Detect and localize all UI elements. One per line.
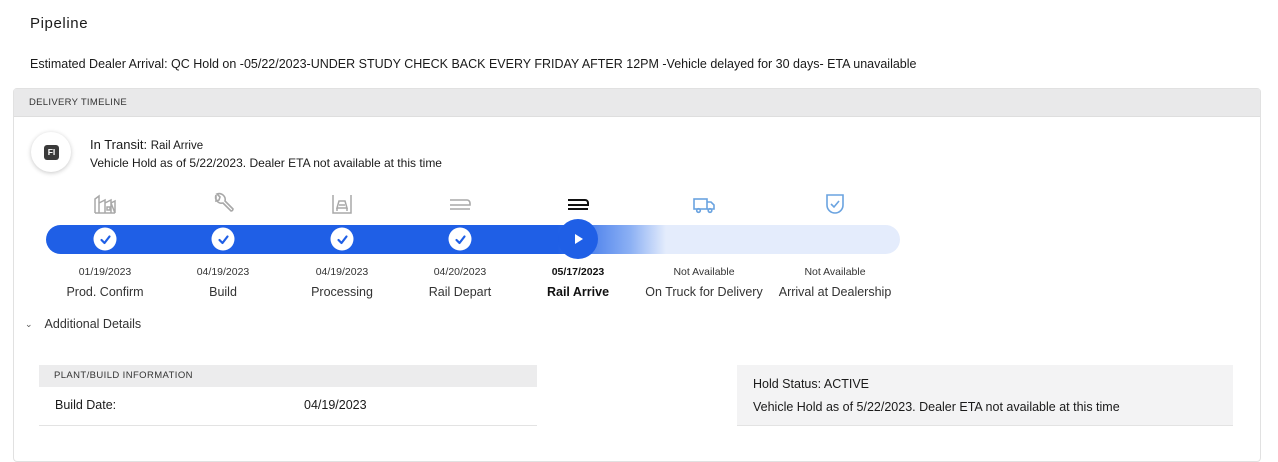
delivery-timeline-card: DELIVERY TIMELINE FI In Transit: Rail Ar… [13,88,1261,462]
stage-label: Rail Depart [428,285,492,299]
delivery-timeline-header: DELIVERY TIMELINE [14,89,1260,117]
hold-status-panel: Hold Status: ACTIVE Vehicle Hold as of 5… [737,365,1233,426]
page-title: Pipeline [30,15,89,32]
shield-check-icon [822,191,848,217]
stage-label: Arrival at Dealership [778,285,892,299]
status-title: In Transit: Rail Arrive [90,137,203,152]
stage-label: On Truck for Delivery [645,285,763,299]
additional-details-toggle[interactable]: ⌄ Additional Details [25,317,141,331]
fi-badge-icon: FI [44,145,59,160]
stage-complete-check-icon [448,227,472,251]
stage-complete-check-icon [211,227,235,251]
status-message: Vehicle Hold as of 5/22/2023. Dealer ETA… [90,156,442,170]
stage-label-current: Rail Arrive [546,285,610,299]
stage-date: 04/19/2023 [196,266,250,278]
stage-date: 04/20/2023 [433,266,487,278]
stage-label: Build [209,285,237,299]
build-date-value: 04/19/2023 [304,398,367,412]
processing-icon [329,191,355,217]
additional-details-label: Additional Details [44,317,142,331]
stage-date-current: 05/17/2023 [551,266,605,278]
truck-icon [691,191,717,217]
stage-complete-check-icon [93,227,117,251]
stage-date: 04/19/2023 [315,266,369,278]
stage-date: Not Available [804,266,866,278]
build-date-label: Build Date: [55,398,117,412]
hold-status: Hold Status: ACTIVE [753,377,870,391]
stage-date: 01/19/2023 [78,266,132,278]
stage-date: Not Available [673,266,735,278]
stage-label: Prod. Confirm [66,285,144,299]
progress-track [46,225,900,254]
status-stage: Rail Arrive [150,140,204,152]
status-label: In Transit: [90,137,148,152]
rail-icon [447,191,473,217]
rail-icon [565,191,591,217]
factory-icon [92,191,118,217]
status-avatar: FI [31,132,71,172]
chevron-down-icon: ⌄ [25,318,33,329]
stage-label: Processing [311,285,373,299]
wrench-icon [210,191,236,217]
hold-message: Vehicle Hold as of 5/22/2023. Dealer ETA… [753,400,1120,414]
stage-complete-check-icon [330,227,354,251]
plant-build-header: PLANT/BUILD INFORMATION [39,365,537,387]
current-stage-play-icon [558,219,598,259]
estimated-dealer-arrival: Estimated Dealer Arrival: QC Hold on -05… [30,57,917,71]
plant-build-panel: PLANT/BUILD INFORMATION Build Date: 04/1… [39,365,537,426]
build-date-row: Build Date: 04/19/2023 [39,387,537,423]
